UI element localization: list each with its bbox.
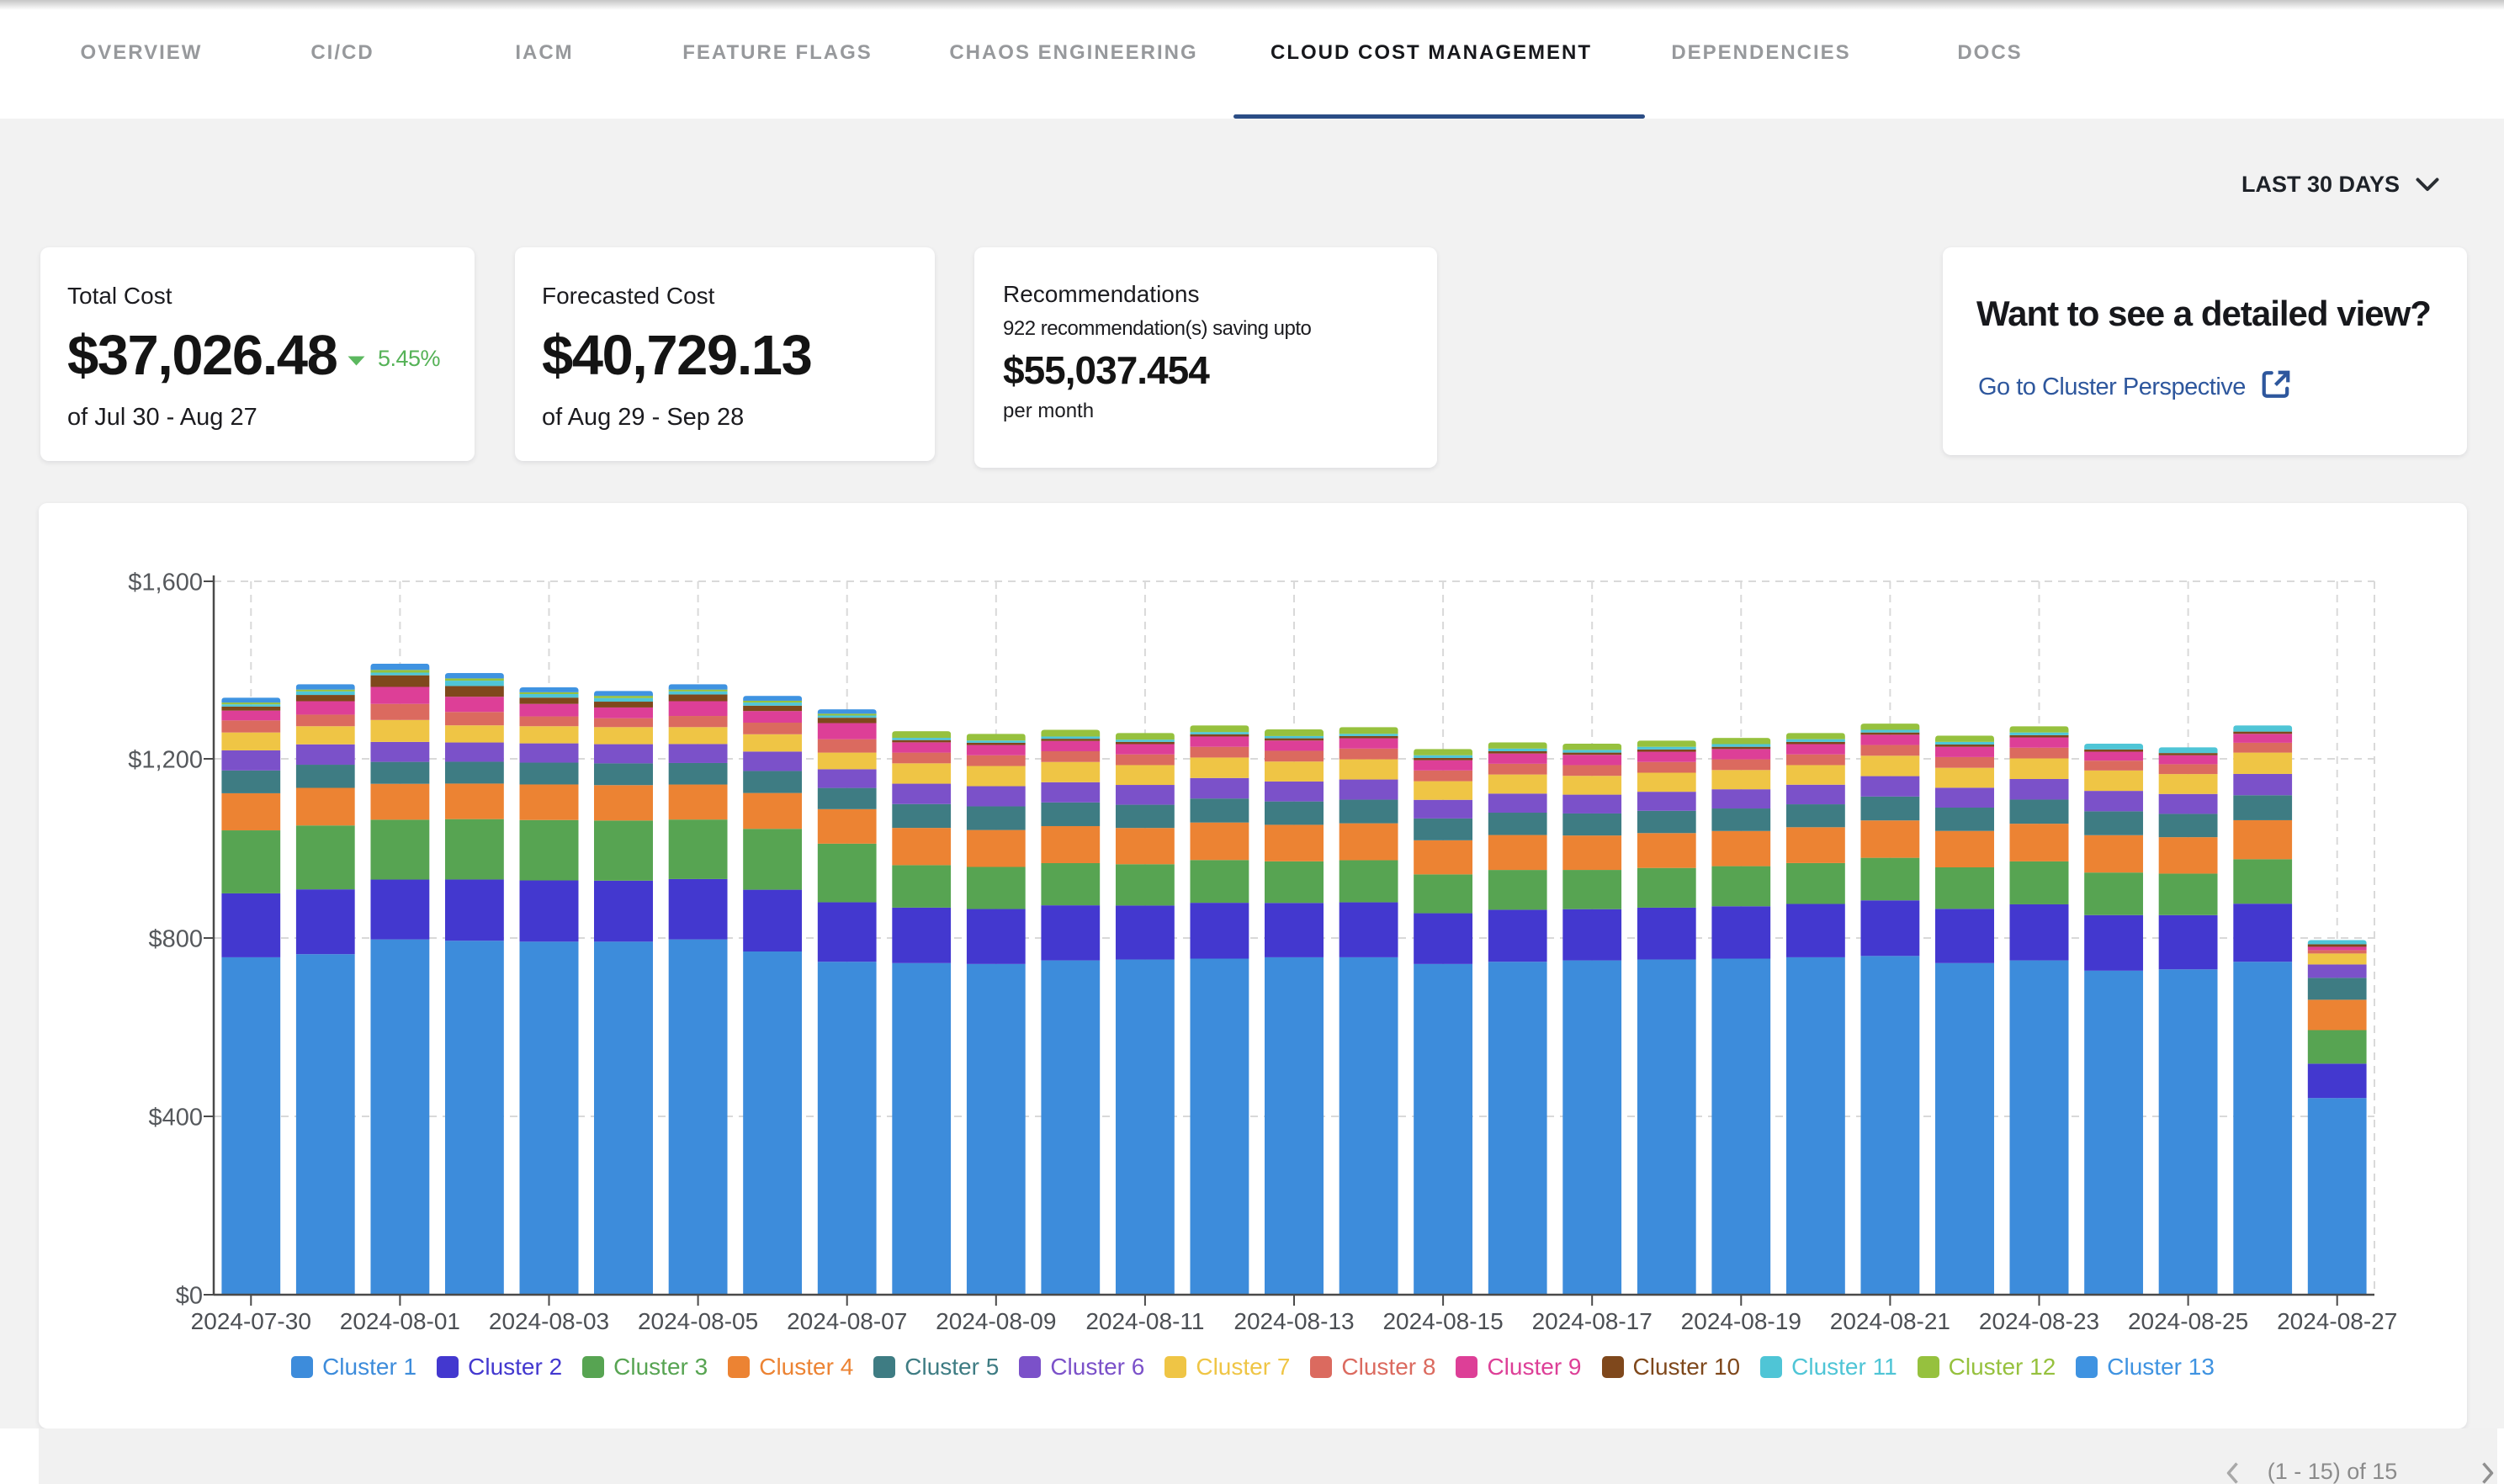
svg-text:2024-08-03: 2024-08-03 (489, 1308, 609, 1334)
svg-text:2024-08-13: 2024-08-13 (1233, 1308, 1354, 1334)
svg-text:2024-08-27: 2024-08-27 (2277, 1308, 2397, 1334)
svg-text:2024-08-07: 2024-08-07 (787, 1308, 907, 1334)
svg-text:2024-08-05: 2024-08-05 (638, 1308, 758, 1334)
svg-text:$1,200: $1,200 (128, 747, 203, 774)
svg-text:$0: $0 (176, 1283, 203, 1310)
svg-text:2024-08-01: 2024-08-01 (340, 1308, 460, 1334)
svg-text:2024-08-11: 2024-08-11 (1085, 1308, 1204, 1334)
svg-text:2024-07-30: 2024-07-30 (191, 1308, 311, 1334)
svg-text:2024-08-19: 2024-08-19 (1681, 1308, 1801, 1334)
svg-text:$400: $400 (148, 1105, 203, 1132)
svg-text:2024-08-09: 2024-08-09 (936, 1308, 1056, 1334)
svg-text:2024-08-25: 2024-08-25 (2128, 1308, 2248, 1334)
svg-text:$1,600: $1,600 (128, 570, 203, 596)
svg-text:2024-08-17: 2024-08-17 (1532, 1308, 1653, 1334)
svg-text:2024-08-21: 2024-08-21 (1830, 1308, 1950, 1334)
svg-text:2024-08-23: 2024-08-23 (1979, 1308, 2099, 1334)
svg-text:2024-08-15: 2024-08-15 (1382, 1308, 1503, 1334)
svg-text:$800: $800 (148, 926, 203, 953)
